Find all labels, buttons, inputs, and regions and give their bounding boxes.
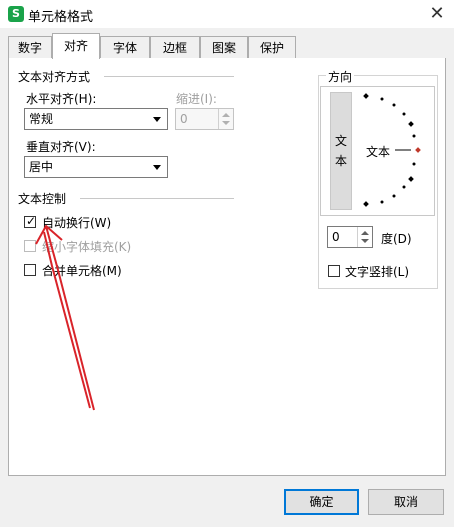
annotation-arrow bbox=[35, 225, 95, 411]
cancel-button[interactable]: 取消 bbox=[368, 489, 444, 515]
annotation-arrow-line bbox=[43, 231, 91, 409]
ok-button[interactable]: 确定 bbox=[284, 489, 359, 515]
tab-alignment[interactable]: 对齐 bbox=[52, 33, 100, 59]
